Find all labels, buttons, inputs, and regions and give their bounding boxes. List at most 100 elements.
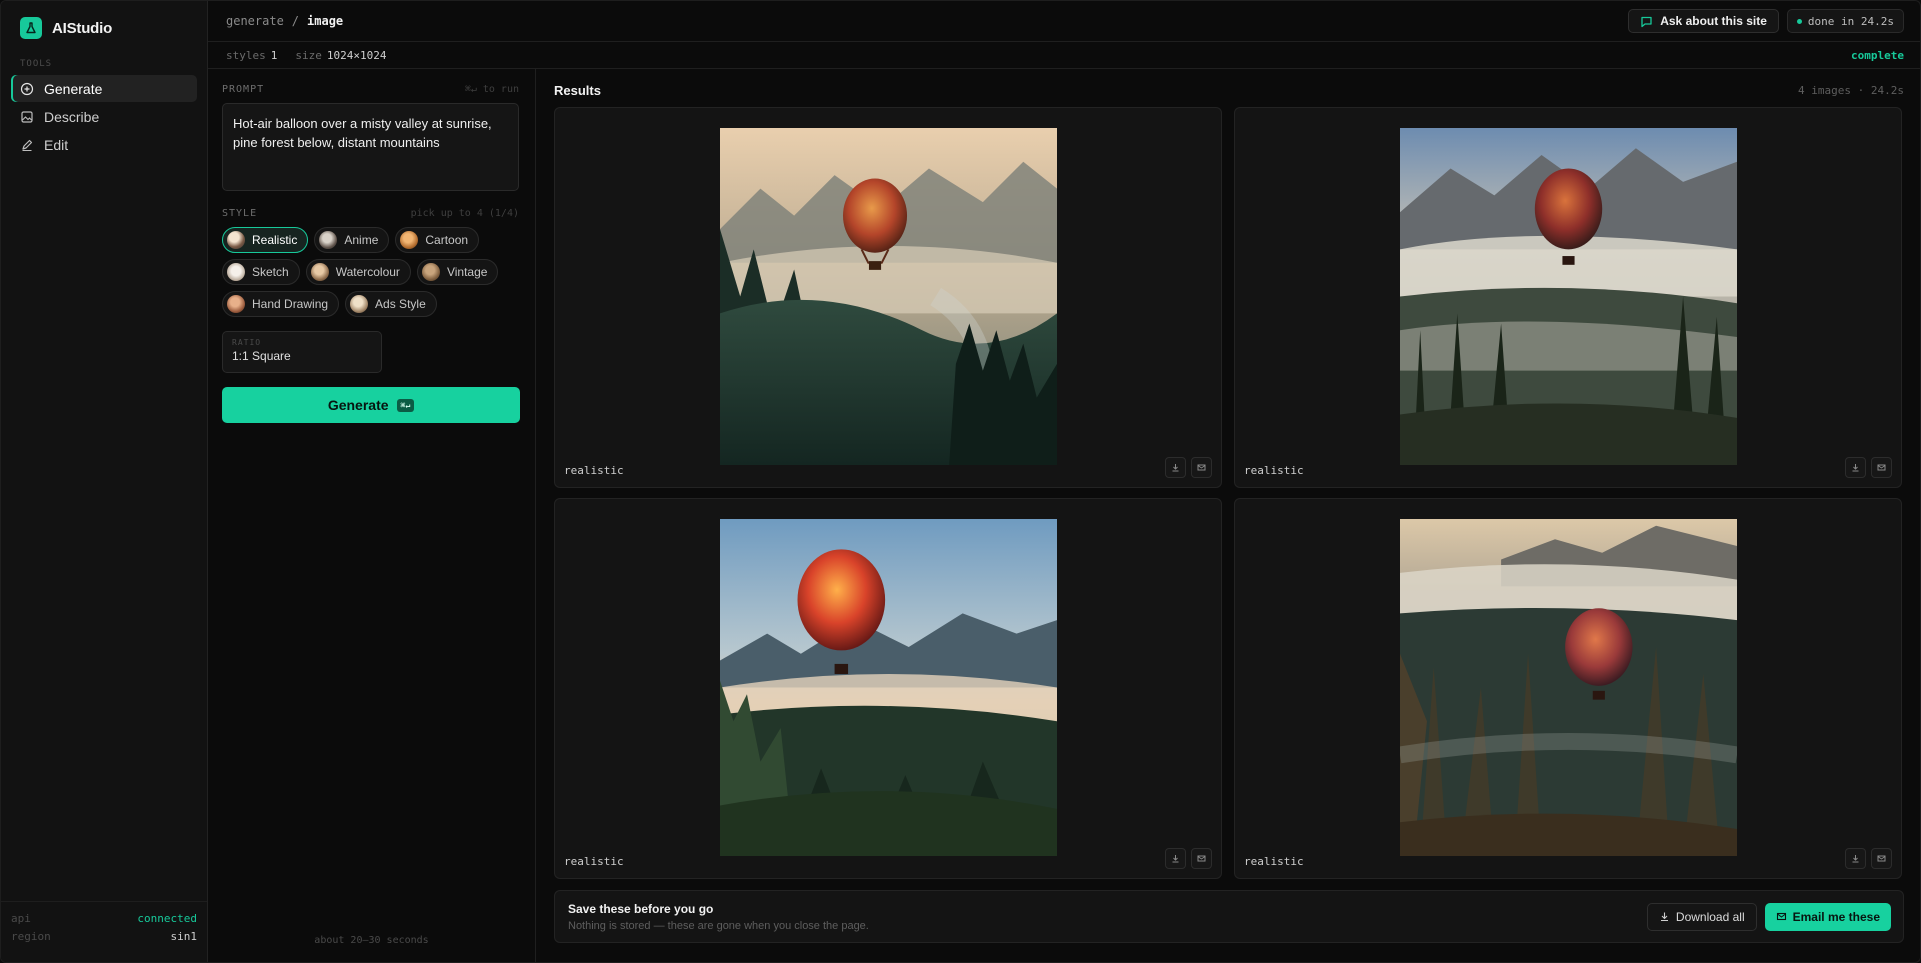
result-card: realistic [554,107,1222,488]
result-card: realistic [1234,498,1902,879]
styles-key: styles [226,48,266,62]
breadcrumb-item-generate[interactable]: generate [226,14,284,28]
download-icon[interactable] [1165,848,1186,869]
ask-about-site-button[interactable]: Ask about this site [1628,9,1779,33]
tools-section-label: TOOLS [20,59,53,69]
style-chip-vintage[interactable]: Vintage [416,259,499,285]
result-card: realistic [554,498,1222,879]
info-bar: styles 1 size 1024×1024 complete [208,42,1920,69]
style-thumb-icon [400,231,419,249]
content: PROMPT ⌘↵ to run Hot-air balloon over a … [208,69,1920,962]
mail-icon[interactable] [1871,457,1892,478]
generate-button-label: Generate [327,397,389,413]
download-icon[interactable] [1845,457,1866,478]
style-thumb-icon [227,231,245,249]
prompt-input[interactable]: Hot-air balloon over a misty valley at s… [222,103,519,191]
duration-note: about 20–30 seconds [314,935,429,946]
mail-icon[interactable] [1871,848,1892,869]
style-label: STYLE [222,207,258,219]
style-chip-label: Watercolour [335,265,400,279]
sidebar-item-label: Edit [44,136,69,153]
ratio-select[interactable]: RATIO 1:1 Square [222,331,382,373]
result-image[interactable] [1400,519,1737,856]
results-panel: Results 4 images · 24.2s realistic reali… [536,69,1920,962]
sidebar-item-edit[interactable]: Edit [11,131,197,158]
app-window: AIStudio TOOLS Generate Describe Edit ap… [0,0,1921,963]
save-title: Save these before you go [568,901,714,916]
style-chip-hand-drawing[interactable]: Hand Drawing [222,291,340,317]
size-key: size [295,48,322,62]
status-dot-icon [1796,18,1802,24]
style-chip-label: Hand Drawing [252,297,329,311]
style-thumb-icon [227,263,245,281]
brand[interactable]: AIStudio [1,1,207,55]
save-text: Save these before you go Nothing is stor… [568,902,869,932]
breadcrumb: generate / image [226,14,343,28]
ask-button-label: Ask about this site [1660,14,1767,28]
result-image[interactable] [720,128,1057,465]
style-chip-label: Cartoon [425,233,469,247]
style-chip-label: Realistic [252,233,298,247]
chat-icon [1641,16,1652,27]
style-header: STYLE pick up to 4 (1/4) [222,205,519,221]
style-chip-cartoon[interactable]: Cartoon [395,227,480,253]
brand-name: AIStudio [52,19,113,37]
prompt-header: PROMPT ⌘↵ to run [222,81,519,97]
save-banner: Save these before you go Nothing is stor… [554,890,1904,943]
card-actions [1845,848,1892,869]
download-icon[interactable] [1845,848,1866,869]
download-all-label: Download all [1675,909,1745,924]
sidebar-nav: Generate Describe Edit [1,75,207,158]
status-row-api: api connected [11,910,197,928]
download-icon[interactable] [1165,457,1186,478]
size-value: 1024×1024 [326,48,387,62]
card-style-label: realistic [1244,464,1304,477]
sidebar-item-label: Generate [44,80,103,97]
status-value: sin1 [170,930,198,943]
status-key: api [11,912,31,925]
card-style-label: realistic [1244,855,1304,868]
download-all-button[interactable]: Download all [1646,902,1757,931]
save-actions: Download all Email me these [1646,902,1891,931]
generate-button[interactable]: Generate ⌘↵ [222,387,520,423]
result-image[interactable] [720,519,1057,856]
sidebar-item-describe[interactable]: Describe [11,103,197,130]
style-chip-sketch[interactable]: Sketch [222,259,300,285]
style-chip-anime[interactable]: Anime [314,227,390,253]
results-header: Results 4 images · 24.2s [554,81,1904,99]
style-thumb-icon [350,295,369,313]
results-meta: 4 images · 24.2s [1798,83,1904,97]
complete-status: complete [1851,48,1904,62]
card-style-label: realistic [564,464,624,477]
style-chip-ads-style[interactable]: Ads Style [345,291,437,317]
breadcrumb-separator: / [291,14,300,28]
results-title: Results [554,82,601,98]
result-image[interactable] [1400,128,1737,465]
breadcrumb-item-image: image [307,14,344,28]
style-chip-label: Ads Style [375,297,426,311]
style-thumb-icon [421,263,440,281]
ratio-value: 1:1 Square [232,349,291,363]
save-subtitle: Nothing is stored — these are gone when … [568,919,869,932]
card-actions [1165,848,1212,869]
pencil-icon [22,139,33,151]
connection-status: api connected region sin1 [1,901,207,946]
generate-panel: PROMPT ⌘↵ to run Hot-air balloon over a … [208,69,536,962]
style-chip-label: Vintage [446,265,488,279]
mail-icon[interactable] [1191,848,1212,869]
status-key: region [11,930,51,943]
topbar-actions: Ask about this site done in 24.2s [1628,9,1904,33]
mail-icon[interactable] [1191,457,1212,478]
sidebar-item-generate[interactable]: Generate [11,75,197,102]
done-status-badge: done in 24.2s [1786,9,1904,33]
email-me-button[interactable]: Email me these [1764,902,1891,931]
sidebar-item-label: Describe [44,108,100,125]
prompt-label: PROMPT [222,83,265,95]
shortcut-badge: ⌘↵ [396,398,415,412]
style-chip-watercolour[interactable]: Watercolour [305,259,411,285]
ratio-label: RATIO [232,338,262,347]
email-me-label: Email me these [1792,909,1880,924]
style-hint: pick up to 4 (1/4) [410,207,519,219]
results-grid: realistic realistic realistic realistic [554,107,1904,879]
style-chip-realistic[interactable]: Realistic [222,227,309,253]
